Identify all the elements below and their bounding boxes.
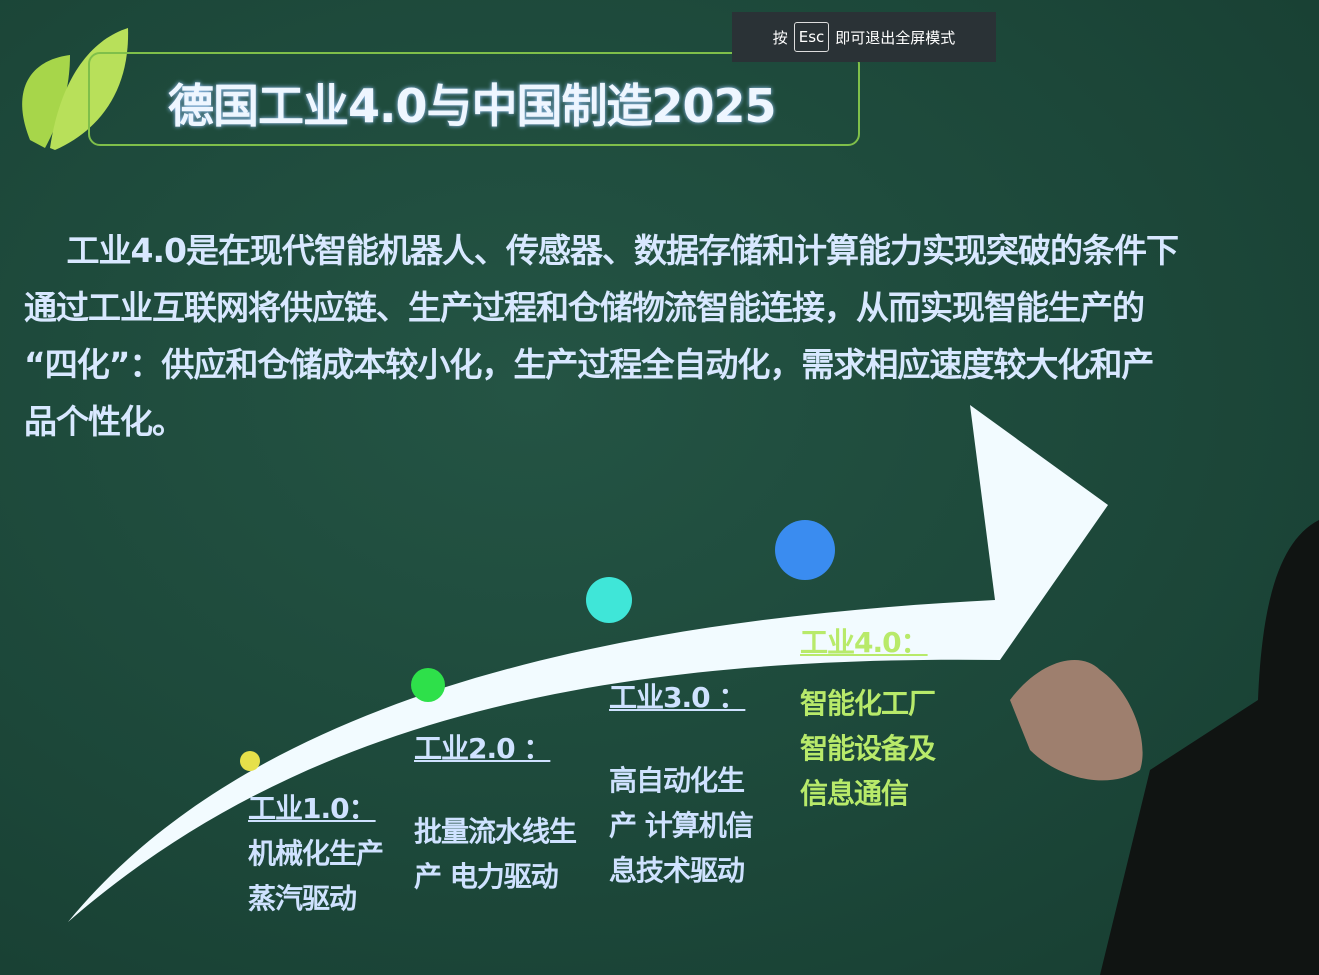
stage-line: 高自动化生	[609, 764, 745, 797]
slide-title: 德国工业4.0与中国制造2025	[168, 79, 777, 133]
presenter	[1010, 520, 1319, 975]
fullscreen-exit-hint: 按 Esc 即可退出全屏模式	[732, 12, 996, 62]
stage-industry-2: 工业2.0 ： 批量流水线生 产 电力驱动	[414, 726, 577, 899]
paragraph-line: 品个性化。	[24, 402, 185, 441]
paragraph-line: 通过工业互联网将供应链、生产过程和仓储物流智能连接，从而实现智能生产的	[24, 288, 1145, 327]
stage-industry-4: 工业4.0： 智能化工厂 智能设备及 信息通信	[800, 620, 936, 816]
stage-line: 产 计算机信	[609, 809, 754, 842]
paragraph-line: 工业4.0是在现代智能机器人、传感器、数据存储和计算能力实现突破的条件下	[24, 231, 1178, 270]
stage-line: 息技术驱动	[609, 854, 745, 887]
stage-line: 产 电力驱动	[414, 860, 559, 893]
stage-industry-3: 工业3.0 ： 高自动化生 产 计算机信 息技术驱动	[609, 675, 754, 893]
stage-heading: 工业1.0：	[248, 792, 377, 825]
stage-line: 智能化工厂	[800, 687, 936, 720]
stage-dot-3	[586, 577, 632, 623]
stage-line: 信息通信	[800, 777, 909, 810]
stage-dot-2	[411, 668, 445, 702]
stage-industry-1: 工业1.0： 机械化生产 蒸汽驱动	[248, 786, 384, 921]
stage-dot-1	[240, 751, 260, 771]
hint-suffix: 即可退出全屏模式	[835, 28, 956, 47]
stage-line: 蒸汽驱动	[248, 882, 357, 915]
hint-prefix: 按	[772, 28, 788, 47]
stage-heading: 工业3.0 ：	[609, 681, 746, 714]
stage-heading: 工业2.0 ：	[414, 732, 551, 765]
stage-line: 智能设备及	[800, 732, 936, 765]
stage-line: 机械化生产	[248, 837, 384, 870]
stage-line: 批量流水线生	[414, 815, 577, 848]
progress-arrow	[68, 405, 1108, 922]
paragraph-line: “四化”：供应和仓储成本较小化，生产过程全自动化，需求相应速度较大化和产	[24, 345, 1154, 384]
stage-dot-4	[775, 520, 835, 580]
stage-heading: 工业4.0：	[800, 626, 929, 659]
esc-key: Esc	[793, 22, 830, 52]
intro-paragraph: 工业4.0是在现代智能机器人、传感器、数据存储和计算能力实现突破的条件下 通过工…	[24, 222, 1319, 450]
